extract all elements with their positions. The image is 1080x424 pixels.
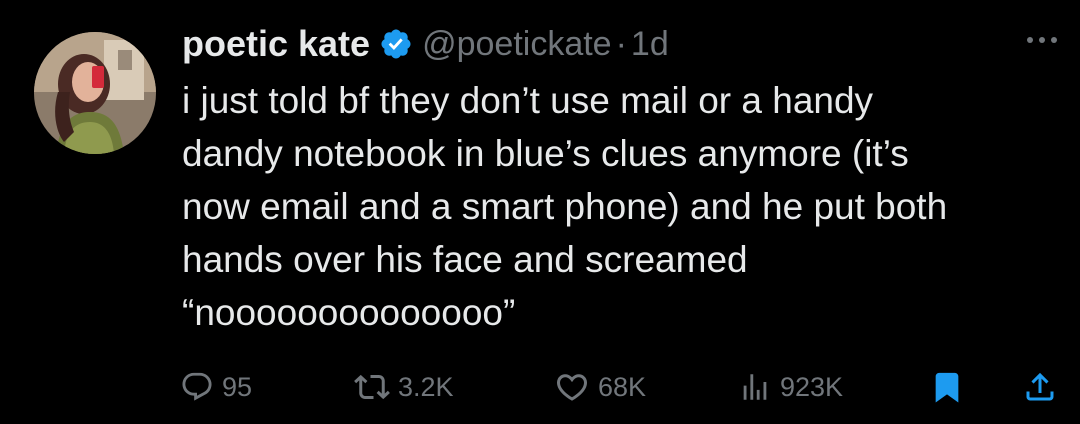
tweet-text-line: dandy notebook in blue’s clues anymore (… [182,133,909,174]
action-bar: 95 3.2K 68K 923K [0,362,1080,412]
more-button[interactable] [1022,30,1062,50]
verified-badge-icon [379,27,413,61]
share-icon [1026,372,1054,401]
views-button[interactable]: 923K [738,362,843,412]
reply-count: 95 [222,371,253,402]
bookmark-icon [935,372,959,403]
avatar-image [34,32,156,154]
repost-button[interactable]: 3.2K [354,362,454,412]
like-count: 68K [598,371,647,402]
share-button[interactable] [1022,362,1058,412]
heart-icon [556,374,588,401]
views-chart-icon [743,374,767,400]
like-button[interactable]: 68K [554,362,646,412]
tweet-header: poetic kate @poetickate · 1d [182,22,669,66]
separator-dot: · [615,24,627,63]
bookmark-button[interactable] [930,362,964,412]
tweet-text-line: hands over his face and screamed [182,239,748,280]
tweet-text-line: “noooooooooooooo” [182,292,516,333]
tweet-text: i just told bf they don’t use mail or a … [182,74,1062,339]
tweet-text-line: now email and a smart phone) and he put … [182,186,948,227]
views-count: 923K [780,371,844,402]
avatar[interactable] [34,32,156,154]
tweet-text-line: i just told bf they don’t use mail or a … [182,80,874,121]
author-name[interactable]: poetic kate [182,23,370,65]
author-handle[interactable]: @poetickate [422,25,612,64]
timestamp[interactable]: 1d [631,25,669,64]
reply-icon [182,372,212,401]
reply-button[interactable]: 95 [180,362,252,412]
repost-icon [354,374,390,400]
tweet[interactable]: poetic kate @poetickate · 1d i just told… [0,0,1080,424]
ellipsis-icon [1027,37,1057,43]
repost-count: 3.2K [398,371,454,402]
